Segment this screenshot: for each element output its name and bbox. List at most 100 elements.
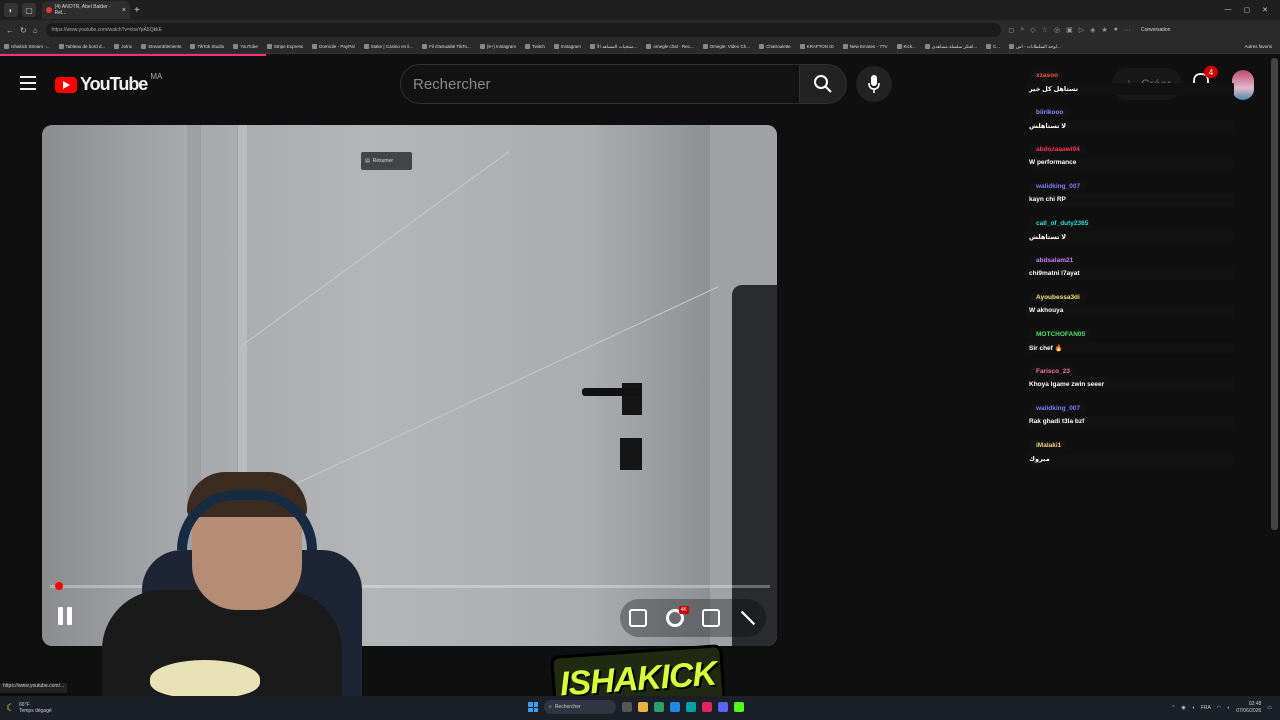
chat-text: لا تستاهلش — [1026, 120, 1234, 132]
extension-icon[interactable]: ◎ — [1054, 26, 1060, 34]
summary-icon: ▤ — [365, 158, 370, 164]
app-icon[interactable] — [686, 702, 696, 712]
voice-search-button[interactable] — [856, 66, 892, 102]
summary-button[interactable]: ▤ Résumer — [361, 152, 412, 170]
bookmark-item[interactable]: افتكر سلسلة مشاهدي... — [924, 44, 977, 50]
close-window-icon[interactable]: ✕ — [1262, 6, 1268, 14]
file-explorer-icon[interactable] — [638, 702, 648, 712]
bookmark-label: Ishakick Stream -... — [11, 44, 50, 49]
bookmark-item[interactable]: منتخبات المشاهد الأ... — [589, 44, 637, 50]
menu-dots-icon[interactable]: ⋯ — [1124, 26, 1131, 34]
new-tab-icon[interactable]: + — [134, 5, 140, 16]
notification-center-icon[interactable]: ▭ — [1267, 705, 1272, 711]
bookmark-item[interactable]: KRAFTON ID — [799, 44, 834, 49]
chevron-up-icon[interactable]: ⌃ — [1171, 705, 1175, 711]
bookmark-item[interactable]: YouTube — [233, 44, 258, 49]
bookmark-item[interactable]: Ishakick Stream -... — [4, 44, 50, 49]
chat-message: Ayoubessa3di W akhouya — [1026, 286, 1234, 317]
clock[interactable]: 02:48 07/06/2026 — [1236, 701, 1261, 715]
back-icon[interactable]: ← — [6, 26, 14, 35]
clock-time: 02:48 — [1248, 701, 1262, 707]
search-button[interactable] — [799, 64, 847, 104]
bookmark-item[interactable]: Kick... — [896, 44, 916, 49]
bookmark-item[interactable]: Chatroulette — [759, 44, 791, 49]
home-icon[interactable]: ⌂ — [33, 26, 38, 35]
bookmark-item[interactable]: لوحة السلطانات - اس... — [1009, 44, 1061, 50]
bookmark-item[interactable]: Tableau de bord d... — [58, 44, 105, 49]
page-scrollbar[interactable] — [1271, 58, 1278, 530]
chat-message: walidking_007 Rak ghadi t3la bzf — [1026, 397, 1234, 428]
network-icon[interactable]: ◉ — [1181, 705, 1185, 711]
other-bookmarks[interactable]: Autres favoris — [1244, 44, 1272, 49]
menu-icon[interactable] — [20, 76, 36, 90]
browser-app-icon[interactable] — [670, 702, 680, 712]
bookmark-item[interactable]: TikTok Studio — [190, 44, 224, 49]
bookmark-favicon-icon — [58, 44, 64, 49]
bookmark-label: Kick... — [903, 44, 916, 49]
bookmark-item[interactable]: C... — [986, 44, 1000, 49]
chat-username: walidking_007 — [1030, 404, 1087, 413]
kick-icon[interactable] — [734, 702, 744, 712]
conversation-button[interactable]: Conversation — [1141, 27, 1170, 33]
bookmark-item[interactable]: (9+) Instagram — [479, 44, 516, 49]
settings-icon[interactable]: 4K — [665, 606, 689, 627]
minimize-icon[interactable]: — — [1225, 6, 1232, 14]
extension-icon[interactable]: ◈ — [1090, 26, 1095, 34]
edge-icon[interactable] — [654, 702, 664, 712]
chat-message: biirikooo لا تستاهلش — [1026, 101, 1234, 132]
bookmark-item[interactable]: Stake | Casino en li... — [363, 44, 413, 49]
account-icon[interactable]: ● — [1114, 26, 1118, 34]
bookmark-item[interactable]: Domicile - PayPal — [312, 44, 355, 49]
favorites-icon[interactable]: ★ — [1101, 26, 1107, 34]
bookmark-item[interactable]: Stripe Express — [266, 44, 303, 49]
account-avatar[interactable] — [1232, 70, 1254, 100]
system-tray: ⌃ ◉ ◖ FRA ◠ ◐ 02:48 07/06/2026 ▭ — [1171, 701, 1272, 715]
extension-icon[interactable]: ▷ — [1079, 26, 1084, 34]
extension-icon[interactable]: ◻ — [1009, 26, 1015, 34]
wifi-icon[interactable]: ◠ — [1217, 705, 1221, 711]
language-indicator[interactable]: FRA — [1201, 705, 1211, 711]
video-frame-region — [620, 438, 642, 470]
profile-icon[interactable]: ◐ — [4, 3, 18, 17]
bookmark-item[interactable]: New Emotes - 7TV — [842, 44, 888, 49]
bookmark-favicon-icon — [702, 44, 708, 49]
bookmark-item[interactable]: Twitch — [525, 44, 545, 49]
discord-icon[interactable] — [718, 702, 728, 712]
close-tab-icon[interactable]: × — [122, 7, 126, 14]
youtube-logo-text: YouTube — [80, 74, 148, 94]
maximize-icon[interactable]: ▢ — [1244, 6, 1251, 14]
youtube-logo[interactable]: YouTube MA — [55, 72, 162, 95]
chat-message: abdozaaawi04 W performance — [1026, 138, 1234, 169]
chat-username: biirikooo — [1030, 108, 1070, 117]
speaker-icon[interactable]: ◐ — [1227, 705, 1230, 711]
taskbar-search[interactable]: ⌕ Rechercher — [544, 700, 616, 714]
bookmark-item[interactable]: omegle chat - Rec... — [646, 44, 694, 49]
tab-actions-icon[interactable]: ▢ — [22, 3, 36, 17]
search-icon — [814, 75, 832, 93]
extension-icon[interactable]: ☆ — [1042, 26, 1048, 34]
taskbar-search-placeholder: Rechercher — [554, 704, 581, 710]
subtitles-icon[interactable] — [629, 609, 648, 627]
weather-widget[interactable]: ☾ 66°F Temps dégagé — [6, 702, 52, 714]
task-view-icon[interactable] — [622, 702, 632, 712]
fullscreen-icon[interactable] — [739, 609, 757, 627]
search-input[interactable]: Rechercher — [400, 64, 800, 104]
bookmark-item[interactable]: StreamElements — [141, 44, 181, 49]
browser-tab-active[interactable]: (4) ANOTR, Abel Balder - Rel... × — [42, 1, 130, 19]
url-field[interactable]: https://www.youtube.com/watch?v=coaYpA5Q… — [45, 23, 1001, 37]
bookmark-item[interactable]: Instagram — [553, 44, 581, 49]
bookmark-favicon-icon — [924, 44, 930, 49]
zoom-icon[interactable]: ⌕ — [1020, 26, 1024, 34]
extension-icon[interactable]: ◇ — [1030, 26, 1035, 34]
bookmark-favicon-icon — [266, 44, 272, 49]
theater-mode-icon[interactable] — [702, 609, 721, 627]
extension-icon[interactable]: ▣ — [1066, 26, 1073, 34]
bookmark-item[interactable]: Jotrix — [114, 44, 132, 49]
tiktok-icon[interactable] — [702, 702, 712, 712]
volume-icon[interactable]: ◖ — [1192, 705, 1195, 711]
windows-start-icon[interactable] — [528, 702, 538, 712]
bookmark-favicon-icon — [422, 44, 428, 49]
bookmark-item[interactable]: Omegle: Video Ch... — [702, 44, 750, 49]
refresh-icon[interactable]: ↻ — [20, 26, 27, 35]
bookmark-item[interactable]: Fil d'actualité TikTo... — [422, 44, 471, 49]
